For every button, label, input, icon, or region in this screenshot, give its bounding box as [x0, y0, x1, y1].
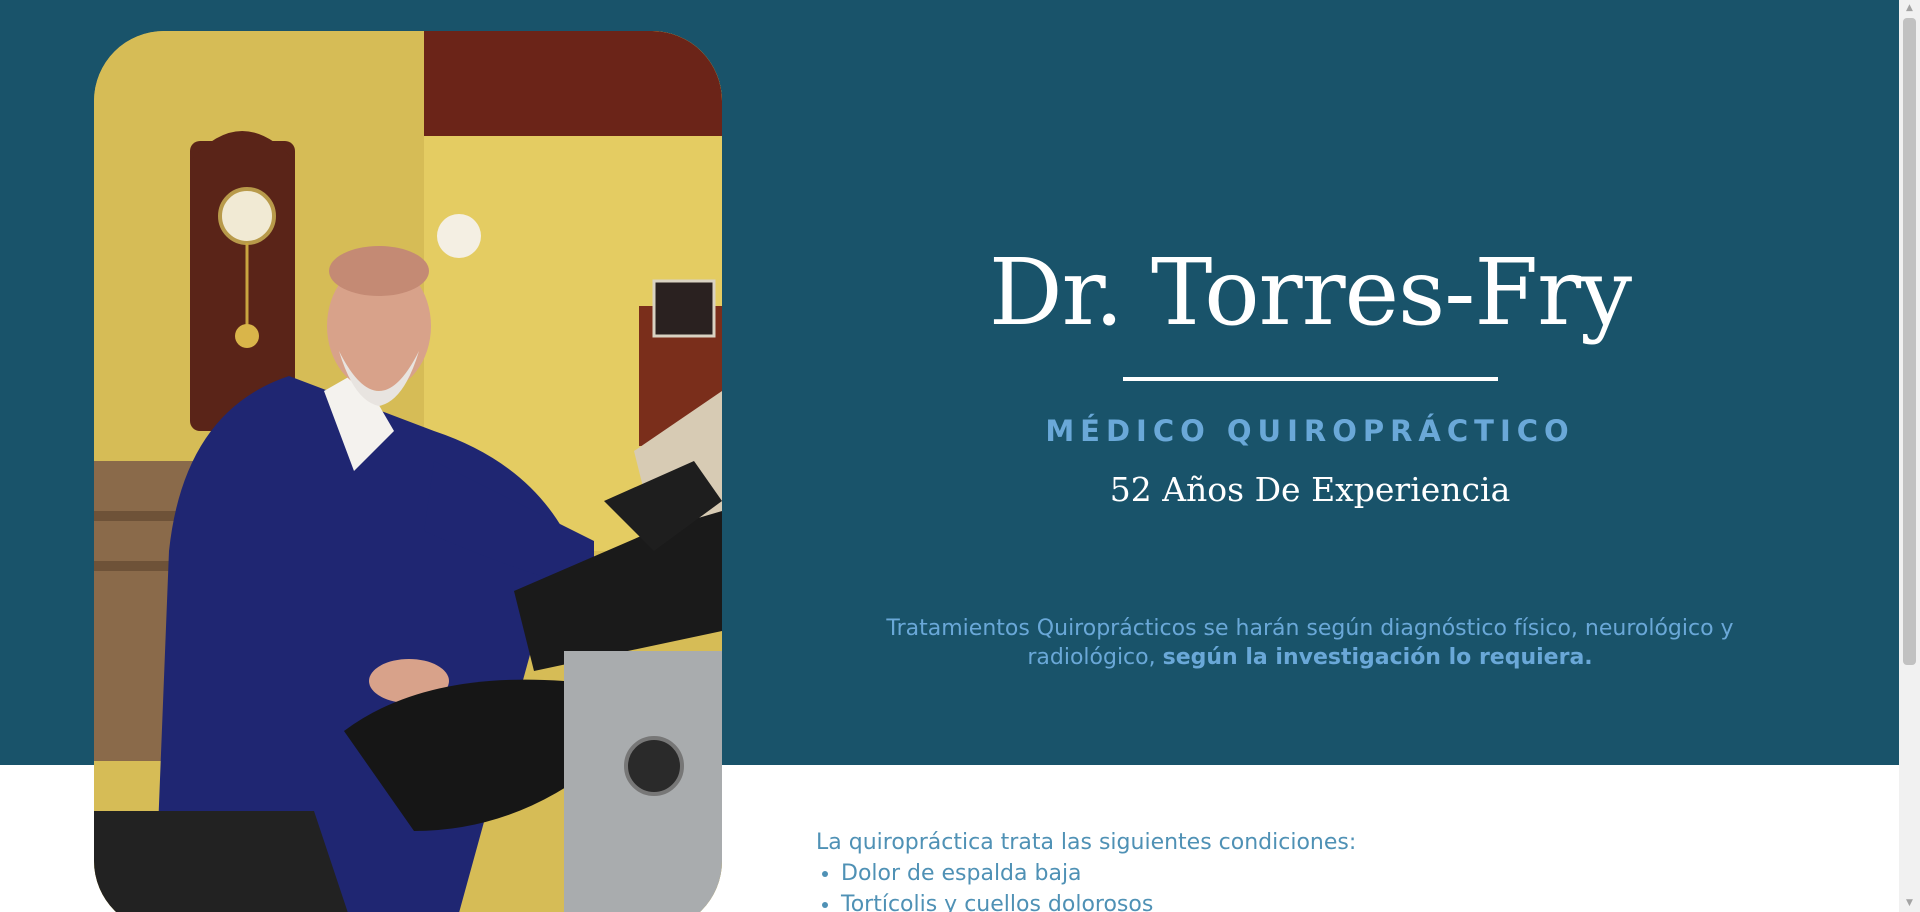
scroll-down-arrow-icon[interactable]: ▼ — [1899, 895, 1920, 912]
title-divider — [1123, 377, 1498, 381]
doctor-photo — [94, 31, 722, 912]
treatment-description: Tratamientos Quiroprácticos se harán seg… — [835, 615, 1785, 672]
condition-item: Tortícolis y cuellos dolorosos — [841, 889, 1356, 912]
conditions-section: La quiropráctica trata las siguientes co… — [816, 827, 1356, 912]
doctor-name: Dr. Torres-Fry — [988, 239, 1632, 346]
scroll-up-arrow-icon[interactable]: ▲ — [1899, 0, 1920, 17]
page: Dr. Torres-Fry MÉDICO QUIROPRÁCTICO 52 A… — [0, 0, 1920, 912]
treatment-bold-text: según la investigación lo requiera. — [1162, 644, 1593, 670]
vertical-scrollbar[interactable]: ▲ ▼ — [1899, 0, 1920, 912]
specialty-label: MÉDICO QUIROPRÁCTICO — [1045, 414, 1575, 448]
hero-section: Dr. Torres-Fry MÉDICO QUIROPRÁCTICO 52 A… — [0, 0, 1899, 912]
doctor-photo-illustration — [94, 31, 722, 912]
conditions-intro: La quiropráctica trata las siguientes co… — [816, 830, 1357, 855]
experience-label: 52 Años De Experiencia — [1109, 470, 1511, 509]
scrollbar-thumb[interactable] — [1903, 18, 1916, 665]
condition-item: Dolor de espalda baja — [841, 858, 1356, 889]
conditions-list: Dolor de espalda baja Tortícolis y cuell… — [816, 858, 1356, 912]
